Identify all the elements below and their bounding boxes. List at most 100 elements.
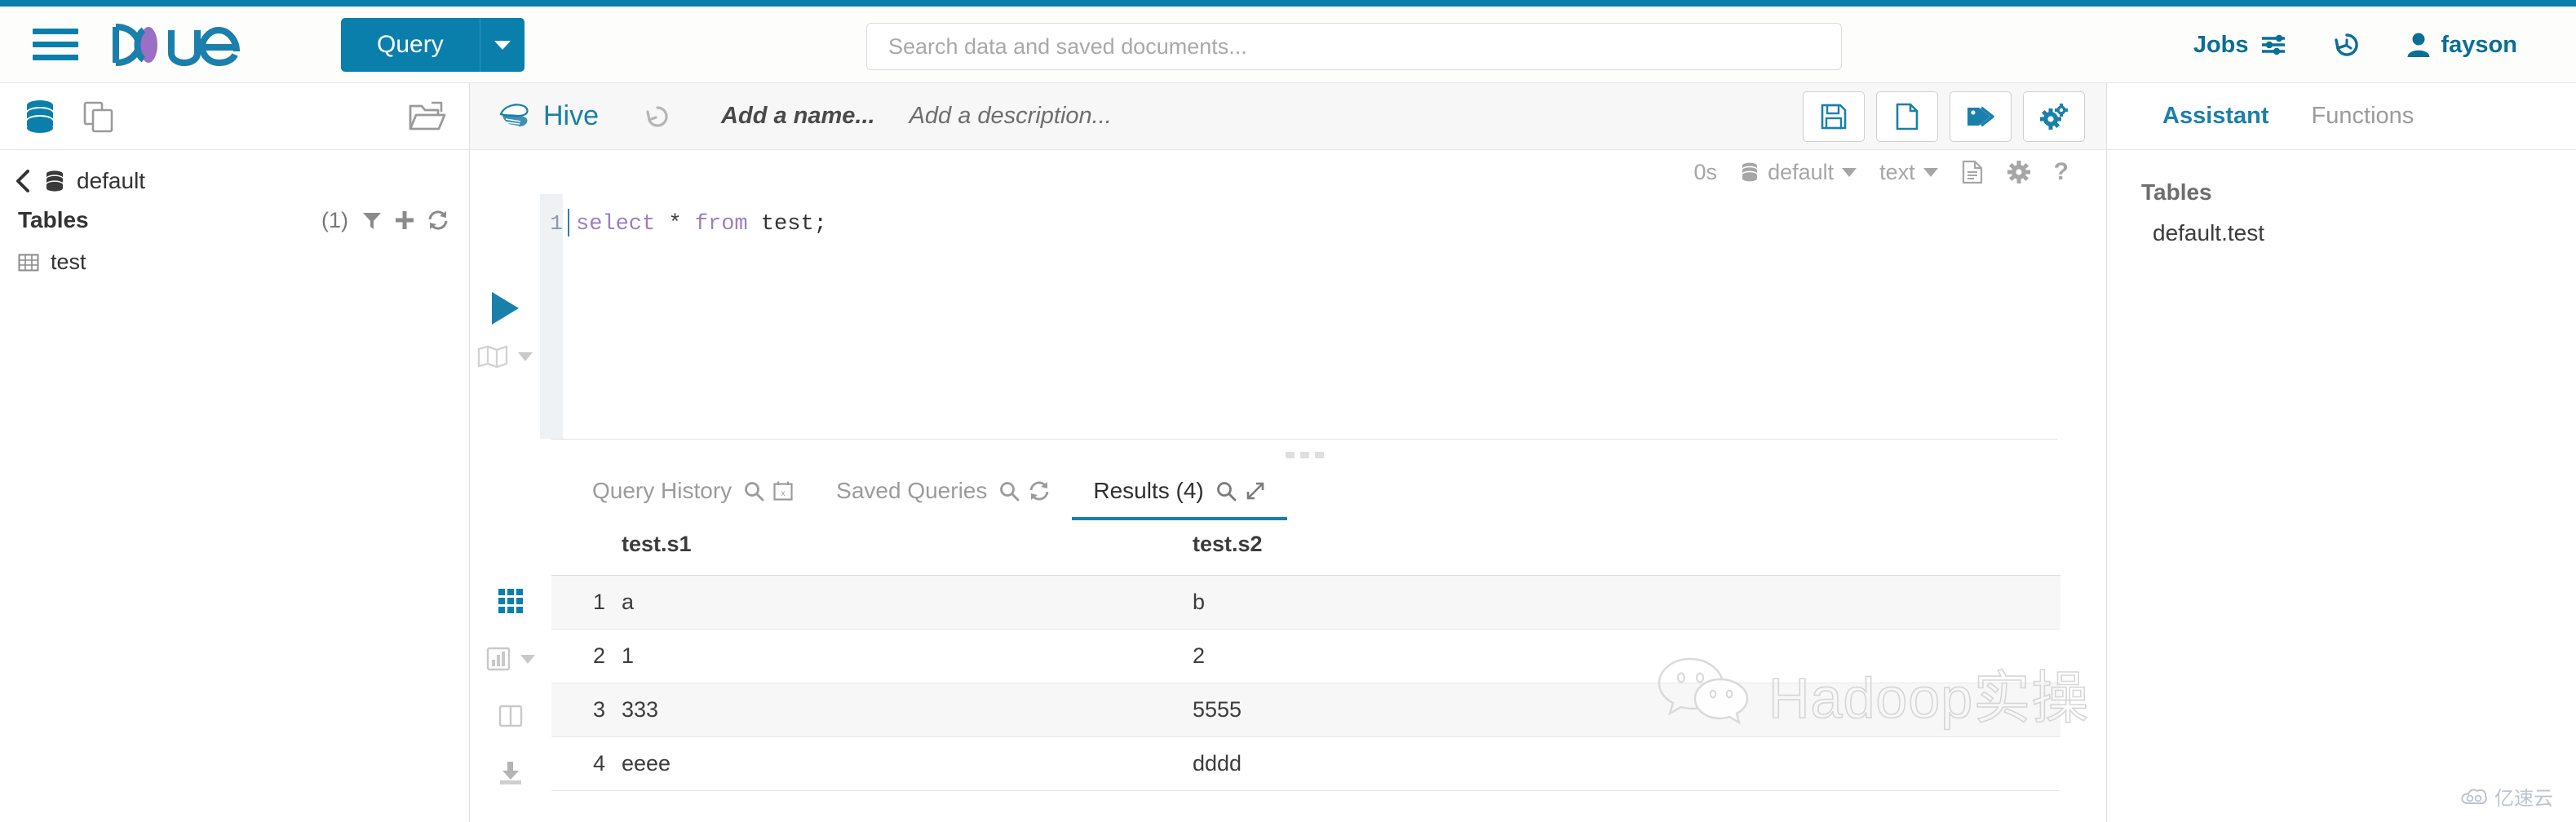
cell-s2: 5555 [1184,683,2060,737]
cell-s1: 1 [613,629,1184,683]
editor-meta-bar: 0s default text ? [470,150,2106,194]
dialect-label: Hive [543,100,600,131]
hue-query-editor-app: Query Jobs [0,0,2576,822]
result-format-label: text [1879,159,1915,184]
database-icon[interactable] [23,99,57,135]
table-row[interactable]: 3 333 5555 [551,683,2060,737]
dialect-selector[interactable]: Hive [496,99,599,134]
chevron-down-icon [518,351,533,361]
line-number: 1 [550,211,563,236]
sql-token-from: from [694,212,748,236]
help-button[interactable]: ? [2054,158,2069,186]
search-icon[interactable] [1215,480,1237,502]
expand-icon[interactable] [1245,480,1266,502]
query-button[interactable]: Query [341,17,480,72]
breadcrumb[interactable]: default [0,150,469,202]
line-number-gutter: 1 [540,194,563,439]
tables-count: (1) [321,207,348,232]
tables-section-header: Tables (1) [0,202,469,238]
hamburger-icon[interactable] [33,27,78,63]
column-header-s1[interactable]: test.s1 [613,520,1184,576]
sidebar-table-label: test [51,250,86,274]
result-format-selector[interactable]: text [1879,160,1938,185]
row-number: 2 [551,629,613,683]
run-query-button[interactable] [491,292,519,325]
undo-button[interactable] [644,104,671,130]
chevron-left-icon[interactable] [15,169,33,193]
refresh-icon[interactable] [427,210,449,231]
results-view-switcher [470,520,551,822]
chart-view-icon[interactable] [486,646,535,672]
database-selector[interactable]: default [1740,160,1857,185]
jobs-button[interactable]: Jobs [2171,32,2310,59]
table-row[interactable]: 1 a b [551,575,2060,630]
database-selector-label: default [1768,159,1835,184]
row-number: 1 [551,575,613,630]
main-content-row: default Tables (1) test Hive Add a name.… [0,83,2576,822]
open-folder-icon[interactable] [407,99,446,134]
results-table-container[interactable]: test.s1 test.s2 1 a b 2 1 2 3 333 5555 4… [551,520,2106,822]
sidebar-item-table-test[interactable]: test [0,238,469,286]
document-button[interactable] [1961,160,1984,184]
grid-view-icon[interactable] [497,587,524,615]
user-menu-button[interactable]: fayson [2383,32,2540,59]
assistant-tabs: Assistant Functions [2107,83,2576,150]
columns-view-icon[interactable] [498,703,524,729]
editor-header-buttons [1803,91,2085,142]
tab-results[interactable]: Results (4) [1072,478,1287,520]
documents-icon[interactable] [82,99,116,135]
floppy-save-icon [1821,104,1847,129]
cell-s1: 333 [613,683,1184,737]
sql-token-select: select [576,212,656,236]
search-icon[interactable] [998,480,1020,502]
editor-resize-handle[interactable] [551,439,2057,460]
refresh-icon[interactable] [1028,480,1051,502]
svg-text:x: x [781,489,786,498]
tags-button[interactable] [1950,91,2012,142]
hive-icon [499,103,529,127]
save-button[interactable] [1803,91,1865,142]
settings-button[interactable] [2023,91,2085,142]
tab-query-history[interactable]: Query History x [571,478,815,520]
editor-settings-button[interactable] [2007,160,2031,184]
sliders-icon [2261,34,2285,55]
sql-code-pane[interactable]: select * from test; [563,194,2106,439]
tab-assistant[interactable]: Assistant [2141,103,2291,130]
new-document-button[interactable] [1876,91,1938,142]
sql-token-star: * [668,212,682,236]
row-number: 3 [551,683,613,737]
sql-token-table: test; [760,212,827,236]
table-row[interactable]: 4 eeee dddd [551,736,2060,791]
help-icon: ? [2053,158,2069,185]
filter-icon[interactable] [361,210,383,231]
tab-saved-queries[interactable]: Saved Queries [815,478,1072,520]
query-button-group[interactable]: Query [341,17,524,72]
chart-view-glyph [486,647,511,671]
chevron-down-icon[interactable] [520,654,535,664]
breadcrumb-database-label: default [77,168,146,193]
sql-code-area[interactable]: 1 select * from test; [540,194,2106,439]
search-input[interactable] [866,23,1842,70]
query-description-input[interactable]: Add a description... [910,103,1112,130]
tab-results-label: Results (4) [1093,478,1204,503]
explain-dropdown-button[interactable] [477,344,533,369]
history-icon [2334,33,2358,56]
chevron-down-icon [1842,167,1857,177]
column-header-s2[interactable]: test.s2 [1184,520,2060,576]
history-button[interactable] [2310,31,2383,59]
download-icon[interactable] [497,760,524,786]
search-icon[interactable] [743,480,764,502]
tab-functions[interactable]: Functions [2291,103,2436,130]
global-search[interactable] [866,23,1842,70]
query-name-input[interactable]: Add a name... [721,103,875,130]
hue-logo[interactable] [111,22,271,68]
assist-panel-toolbar [0,83,469,150]
calendar-icon[interactable]: x [772,480,794,502]
query-dropdown-caret-icon[interactable] [480,18,524,72]
table-row[interactable]: 2 1 2 [551,629,2060,683]
plus-icon[interactable] [394,210,415,231]
text-cursor [568,209,569,236]
jobs-label: Jobs [2193,31,2249,58]
results-table: test.s1 test.s2 1 a b 2 1 2 3 333 5555 4… [551,520,2060,791]
assistant-table-item[interactable]: default.test [2107,206,2576,246]
